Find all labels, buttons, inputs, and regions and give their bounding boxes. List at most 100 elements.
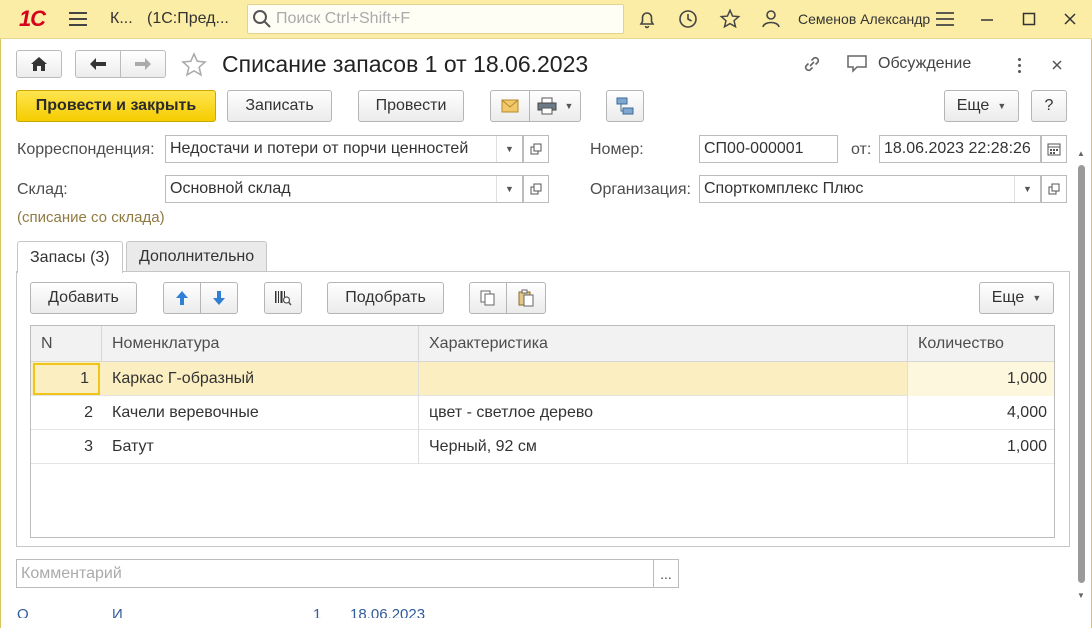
help-button[interactable]: ? xyxy=(1031,90,1067,122)
discussion-icon[interactable] xyxy=(846,53,870,77)
date-label: от: xyxy=(851,141,872,158)
email-button[interactable] xyxy=(490,90,530,122)
row-number-cell[interactable]: 3 xyxy=(31,430,102,464)
table-row[interactable]: 2 Качели веревочные цвет - светлое дерев… xyxy=(31,396,1054,430)
tab-additional[interactable]: Дополнительно xyxy=(126,241,268,272)
1c-logo[interactable]: 1С xyxy=(10,6,54,32)
post-button[interactable]: Провести xyxy=(358,90,464,122)
item-cell[interactable]: Каркас Г-образный xyxy=(112,362,417,396)
home-icon xyxy=(31,57,47,71)
current-user[interactable]: Семенов Александр xyxy=(798,11,930,27)
minimize-icon[interactable] xyxy=(974,7,1000,31)
scrollbar-thumb[interactable] xyxy=(1078,165,1085,583)
correspondence-label: Корреспонденция: xyxy=(17,141,155,158)
move-down-button[interactable] xyxy=(200,282,238,314)
calendar-icon xyxy=(1047,143,1061,156)
settings-menu-icon[interactable] xyxy=(932,7,958,31)
chevron-down-icon[interactable]: ▼ xyxy=(1014,176,1040,202)
close-form-icon[interactable] xyxy=(1048,56,1066,74)
back-button[interactable] xyxy=(75,50,121,78)
barcode-search-button[interactable] xyxy=(264,282,302,314)
main-menu-icon[interactable] xyxy=(66,9,90,29)
characteristic-cell[interactable] xyxy=(429,362,907,396)
row-number-cell[interactable]: 1 xyxy=(33,363,100,395)
bell-icon[interactable] xyxy=(634,7,660,31)
title-bar: 1С К... (1С:Пред... Поиск Ctrl+Shift+F С… xyxy=(0,0,1092,39)
table-header: N Номенклатура Характеристика Количество xyxy=(31,326,1054,362)
quantity-cell[interactable]: 1,000 xyxy=(908,362,1054,396)
chevron-down-icon[interactable]: ▼ xyxy=(496,176,522,202)
post-and-close-button[interactable]: Провести и закрыть xyxy=(16,90,216,122)
scroll-down-icon[interactable]: ▼ xyxy=(1077,591,1085,600)
comment-field[interactable]: Комментарий xyxy=(16,559,654,588)
link-icon[interactable] xyxy=(801,53,825,77)
structure-button[interactable] xyxy=(606,90,644,122)
history-icon[interactable] xyxy=(675,7,701,31)
printer-icon xyxy=(537,97,557,115)
copy-button[interactable] xyxy=(469,282,507,314)
column-header-n[interactable]: N xyxy=(31,326,102,362)
discussion-link[interactable]: Обсуждение xyxy=(878,55,971,73)
based-on-date[interactable]: 18.06.2023 xyxy=(350,606,425,618)
favorites-star-icon[interactable] xyxy=(717,7,743,31)
pick-button[interactable]: Подобрать xyxy=(327,282,444,314)
characteristic-cell[interactable]: цвет - светлое дерево xyxy=(429,396,907,430)
column-header-item[interactable]: Номенклатура xyxy=(102,326,419,362)
column-header-characteristic[interactable]: Характеристика xyxy=(419,326,908,362)
warehouse-field[interactable]: Основной склад ▼ xyxy=(165,175,523,203)
item-cell[interactable]: Батут xyxy=(112,430,417,464)
based-on-link[interactable]: И xyxy=(112,606,123,618)
paste-icon xyxy=(518,289,534,307)
characteristic-cell[interactable]: Черный, 92 см xyxy=(429,430,907,464)
item-cell[interactable]: Качели веревочные xyxy=(112,396,417,430)
chevron-down-icon[interactable]: ▼ xyxy=(496,136,522,162)
save-button[interactable]: Записать xyxy=(227,90,332,122)
print-button[interactable]: ▼ xyxy=(529,90,581,122)
close-window-icon[interactable] xyxy=(1057,7,1083,31)
open-correspondence-button[interactable] xyxy=(523,135,549,163)
column-header-quantity[interactable]: Количество xyxy=(908,326,1054,362)
open-form-icon xyxy=(1048,183,1060,195)
table-more-button[interactable]: Еще ▼ xyxy=(979,282,1054,314)
more-actions-icon[interactable] xyxy=(1011,55,1027,75)
open-warehouse-button[interactable] xyxy=(523,175,549,203)
organization-value: Спорткомплекс Плюс xyxy=(704,180,864,197)
warehouse-value: Основной склад xyxy=(170,180,291,197)
home-button[interactable] xyxy=(16,50,62,78)
table-row[interactable]: 3 Батут Черный, 92 см 1,000 xyxy=(31,430,1054,464)
quantity-cell[interactable]: 1,000 xyxy=(908,430,1054,464)
search-box[interactable]: Поиск Ctrl+Shift+F xyxy=(247,4,624,34)
calendar-button[interactable] xyxy=(1041,135,1067,163)
add-row-button[interactable]: Добавить xyxy=(30,282,137,314)
window-title-short: К... xyxy=(110,10,133,27)
warehouse-label: Склад: xyxy=(17,181,68,198)
correspondence-field[interactable]: Недостачи и потери от порчи ценностей ▼ xyxy=(165,135,523,163)
paste-button[interactable] xyxy=(506,282,546,314)
column-divider xyxy=(418,362,419,464)
organization-field[interactable]: Спорткомплекс Плюс ▼ xyxy=(699,175,1041,203)
comment-expand-button[interactable]: ... xyxy=(653,559,679,588)
number-field[interactable]: СП00-000001 xyxy=(699,135,838,163)
arrow-up-icon xyxy=(176,291,188,305)
quantity-cell[interactable]: 4,000 xyxy=(908,396,1054,430)
window-title-app: (1С:Пред... xyxy=(147,10,229,27)
table-row[interactable]: 1 Каркас Г-образный 1,000 xyxy=(31,362,1054,396)
open-organization-button[interactable] xyxy=(1041,175,1067,203)
more-button[interactable]: Еще ▼ xyxy=(944,90,1019,122)
maximize-icon[interactable] xyxy=(1016,7,1042,31)
envelope-icon xyxy=(501,99,519,113)
scroll-up-icon[interactable]: ▲ xyxy=(1077,149,1085,158)
open-form-icon xyxy=(530,183,542,195)
operation-hint: (списание со склада) xyxy=(17,209,165,226)
row-number-cell[interactable]: 2 xyxy=(31,396,102,430)
barcode-icon xyxy=(275,291,292,306)
forward-button[interactable] xyxy=(120,50,166,78)
based-on-number[interactable]: 1 xyxy=(313,606,321,618)
chevron-down-icon: ▼ xyxy=(997,101,1007,111)
search-placeholder: Поиск Ctrl+Shift+F xyxy=(276,10,411,27)
date-field[interactable]: 18.06.2023 22:28:26 xyxy=(879,135,1041,163)
favorite-star-icon[interactable] xyxy=(178,50,210,80)
users-icon[interactable] xyxy=(758,7,784,31)
move-up-button[interactable] xyxy=(163,282,201,314)
tab-stocks[interactable]: Запасы (3) xyxy=(17,241,123,273)
